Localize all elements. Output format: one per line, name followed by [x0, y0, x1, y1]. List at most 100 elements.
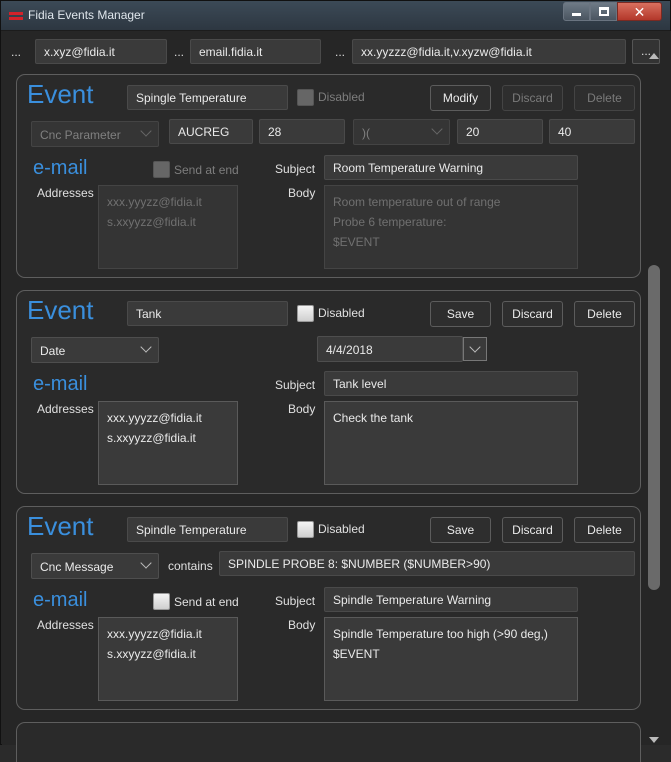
save-button[interactable]: Save [430, 301, 491, 327]
body-label: Body [288, 402, 316, 416]
chevron-down-icon [469, 341, 481, 353]
discard-button[interactable]: Discard [502, 517, 563, 543]
delete-button[interactable]: Delete [574, 85, 635, 111]
addresses-label: Addresses [37, 186, 94, 200]
scroll-up-icon[interactable] [649, 53, 659, 59]
body-line: Room temperature out of range [333, 195, 501, 209]
disabled-label: Disabled [318, 90, 365, 104]
close-icon: ✕ [633, 3, 646, 20]
addresses-list[interactable]: xxx.yyyzz@fidia.it s.xxyyzz@fidia.it [98, 185, 238, 269]
discard-button[interactable]: Discard [502, 85, 563, 111]
body-line: Spindle Temperature too high (>90 deg,) [333, 627, 548, 641]
body-label: Body [288, 618, 316, 632]
subject-label: Subject [275, 378, 316, 392]
body-line: $EVENT [333, 647, 380, 661]
window-title: Fidia Events Manager [28, 8, 145, 22]
body-textarea[interactable]: Check the tank [324, 401, 578, 485]
operator-value: )( [362, 126, 370, 140]
smtp-server-field[interactable]: email.fidia.it [190, 39, 321, 64]
param-index-field[interactable]: 28 [259, 119, 345, 144]
body-textarea[interactable]: Spindle Temperature too high (>90 deg,) … [324, 617, 578, 701]
date-picker-button[interactable] [463, 337, 487, 361]
chevron-down-icon [431, 123, 443, 135]
chevron-down-icon [140, 341, 152, 353]
body-label: Body [288, 186, 316, 200]
event-panel: Event Spingle Temperature Disabled Modif… [16, 74, 641, 278]
event-panel: Event Tank Disabled Save Discard Delete … [16, 290, 641, 494]
subject-label: Subject [275, 594, 316, 608]
email-heading: e-mail [33, 157, 88, 179]
date-picker-field[interactable]: 4/4/2018 [317, 336, 463, 362]
disabled-label: Disabled [318, 522, 365, 536]
contains-label: contains [168, 559, 213, 573]
browse-sender-button[interactable]: ... [2, 39, 30, 64]
address-item[interactable]: s.xxyyzz@fidia.it [107, 644, 229, 664]
disabled-label: Disabled [318, 306, 365, 320]
event-name-field[interactable]: Spingle Temperature [127, 85, 288, 110]
param-name-field[interactable]: AUCREG [169, 119, 253, 144]
trigger-type-value: Date [40, 344, 66, 358]
minimize-icon [572, 13, 581, 16]
address-item[interactable]: xxx.yyyzz@fidia.it [107, 192, 229, 212]
send-at-end-checkbox[interactable] [153, 161, 170, 178]
event-heading: Event [27, 511, 94, 541]
browse-server-button[interactable]: ... [165, 39, 193, 64]
body-textarea[interactable]: Room temperature out of range Probe 6 te… [324, 185, 578, 269]
subject-field[interactable]: Room Temperature Warning [324, 155, 578, 180]
maximize-button[interactable] [590, 2, 617, 21]
close-button[interactable]: ✕ [617, 2, 662, 21]
trigger-type-dropdown[interactable]: Cnc Message [31, 553, 159, 579]
value-low-field[interactable]: 20 [457, 119, 543, 144]
date-value: 4/4/2018 [326, 343, 373, 357]
addresses-list[interactable]: xxx.yyyzz@fidia.it s.xxyyzz@fidia.it [98, 617, 238, 701]
minimize-button[interactable] [563, 2, 590, 21]
disabled-checkbox[interactable] [297, 305, 314, 322]
body-line: $EVENT [333, 235, 380, 249]
subject-field[interactable]: Spindle Temperature Warning [324, 587, 578, 612]
discard-button[interactable]: Discard [502, 301, 563, 327]
message-pattern-field[interactable]: SPINDLE PROBE 8: $NUMBER ($NUMBER>90) [219, 551, 635, 576]
save-button[interactable]: Save [430, 517, 491, 543]
disabled-checkbox[interactable] [297, 89, 314, 106]
address-item[interactable]: s.xxyyzz@fidia.it [107, 212, 229, 232]
event-panel: Event Spindle Temperature Disabled Save … [16, 506, 641, 710]
send-at-end-label: Send at end [174, 163, 239, 177]
chevron-down-icon [140, 557, 152, 569]
body-line: Check the tank [333, 411, 414, 425]
trigger-type-value: Cnc Message [40, 560, 114, 574]
operator-dropdown[interactable]: )( [353, 119, 450, 145]
event-name-field[interactable]: Spindle Temperature [127, 517, 288, 542]
subject-label: Subject [275, 162, 316, 176]
app-window: Fidia Events Manager ✕ ... x.xyz@fidia.i… [0, 0, 671, 762]
chevron-down-icon [140, 125, 152, 137]
trigger-type-dropdown[interactable]: Cnc Parameter [31, 121, 159, 147]
address-item[interactable]: xxx.yyyzz@fidia.it [107, 624, 229, 644]
event-heading: Event [27, 295, 94, 325]
default-recipients-field[interactable]: xx.yyzzz@fidia.it,v.xyzw@fidia.it [352, 39, 626, 64]
modify-button[interactable]: Modify [430, 85, 491, 111]
browse-recipients-button[interactable]: ... [326, 39, 354, 64]
event-panel-partial [16, 722, 641, 762]
maximize-icon [598, 7, 609, 16]
delete-button[interactable]: Delete [574, 301, 635, 327]
event-name-field[interactable]: Tank [127, 301, 288, 326]
trigger-type-dropdown[interactable]: Date [31, 337, 159, 363]
address-item[interactable]: s.xxyyzz@fidia.it [107, 428, 229, 448]
disabled-checkbox[interactable] [297, 521, 314, 538]
body-line: Probe 6 temperature: [333, 215, 447, 229]
trigger-type-value: Cnc Parameter [40, 128, 121, 142]
main-content: ... x.xyz@fidia.it ... email.fidia.it ..… [2, 31, 671, 762]
scroll-down-icon[interactable] [649, 737, 659, 743]
value-high-field[interactable]: 40 [549, 119, 635, 144]
send-at-end-checkbox[interactable] [153, 593, 170, 610]
addresses-list[interactable]: xxx.yyyzz@fidia.it s.xxyyzz@fidia.it [98, 401, 238, 485]
vertical-scrollbar[interactable] [646, 53, 662, 743]
sender-address-field[interactable]: x.xyz@fidia.it [35, 39, 167, 64]
email-heading: e-mail [33, 589, 88, 611]
app-logo-icon [9, 12, 23, 20]
address-item[interactable]: xxx.yyyzz@fidia.it [107, 408, 229, 428]
send-at-end-label: Send at end [174, 595, 239, 609]
delete-button[interactable]: Delete [574, 517, 635, 543]
subject-field[interactable]: Tank level [324, 371, 578, 396]
scroll-thumb[interactable] [648, 265, 660, 590]
